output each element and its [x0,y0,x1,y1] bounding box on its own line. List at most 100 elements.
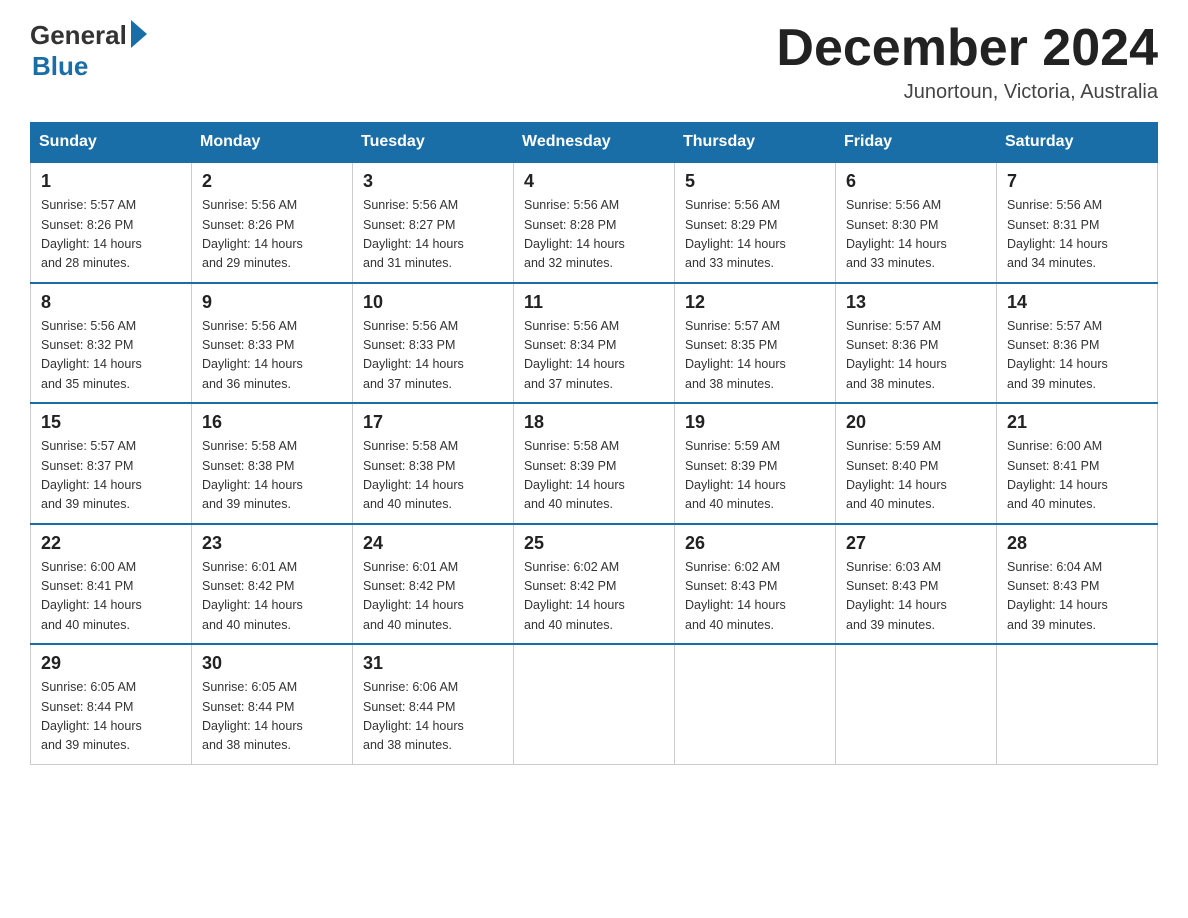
calendar-table: SundayMondayTuesdayWednesdayThursdayFrid… [30,122,1158,765]
day-number: 8 [41,292,181,313]
day-info: Sunrise: 6:01 AMSunset: 8:42 PMDaylight:… [363,558,503,636]
day-number: 20 [846,412,986,433]
calendar-week-row: 8 Sunrise: 5:56 AMSunset: 8:32 PMDaylight… [31,283,1158,404]
day-header-thursday: Thursday [675,123,836,163]
calendar-cell: 17Sunrise: 5:58 AMSunset: 8:38 PMDayligh… [353,403,514,524]
calendar-cell: 9 Sunrise: 5:56 AMSunset: 8:33 PMDaylight… [192,283,353,404]
day-info: Sunrise: 5:58 AMSunset: 8:39 PMDaylight:… [524,437,664,515]
day-info: Sunrise: 5:56 AMSunset: 8:33 PMDaylight:… [363,317,503,395]
day-header-sunday: Sunday [31,123,192,163]
day-number: 11 [524,292,664,313]
day-info: Sunrise: 5:56 AMSunset: 8:33 PMDaylight:… [202,317,342,395]
day-info: Sunrise: 6:06 AMSunset: 8:44 PMDaylight:… [363,678,503,756]
day-number: 30 [202,653,342,674]
day-number: 6 [846,171,986,192]
day-number: 3 [363,171,503,192]
calendar-cell: 10Sunrise: 5:56 AMSunset: 8:33 PMDayligh… [353,283,514,404]
day-number: 4 [524,171,664,192]
day-info: Sunrise: 6:04 AMSunset: 8:43 PMDaylight:… [1007,558,1147,636]
calendar-cell: 28 Sunrise: 6:04 AMSunset: 8:43 PMDayligh… [997,524,1158,645]
day-info: Sunrise: 6:03 AMSunset: 8:43 PMDaylight:… [846,558,986,636]
calendar-cell [836,644,997,764]
day-info: Sunrise: 6:05 AMSunset: 8:44 PMDaylight:… [202,678,342,756]
day-number: 28 [1007,533,1147,554]
calendar-week-row: 29 Sunrise: 6:05 AMSunset: 8:44 PMDayligh… [31,644,1158,764]
day-number: 13 [846,292,986,313]
day-info: Sunrise: 5:56 AMSunset: 8:32 PMDaylight:… [41,317,181,395]
calendar-cell [675,644,836,764]
day-number: 9 [202,292,342,313]
calendar-cell [997,644,1158,764]
calendar-cell: 4 Sunrise: 5:56 AMSunset: 8:28 PMDaylight… [514,162,675,283]
calendar-cell: 26 Sunrise: 6:02 AMSunset: 8:43 PMDayligh… [675,524,836,645]
day-number: 19 [685,412,825,433]
day-number: 2 [202,171,342,192]
day-number: 26 [685,533,825,554]
day-info: Sunrise: 6:02 AMSunset: 8:42 PMDaylight:… [524,558,664,636]
day-info: Sunrise: 5:56 AMSunset: 8:26 PMDaylight:… [202,196,342,274]
day-number: 31 [363,653,503,674]
day-info: Sunrise: 5:57 AMSunset: 8:36 PMDaylight:… [1007,317,1147,395]
calendar-cell: 5 Sunrise: 5:56 AMSunset: 8:29 PMDaylight… [675,162,836,283]
day-info: Sunrise: 5:56 AMSunset: 8:29 PMDaylight:… [685,196,825,274]
day-info: Sunrise: 6:00 AMSunset: 8:41 PMDaylight:… [41,558,181,636]
day-number: 1 [41,171,181,192]
day-header-saturday: Saturday [997,123,1158,163]
month-title: December 2024 [776,20,1158,77]
day-info: Sunrise: 6:00 AMSunset: 8:41 PMDaylight:… [1007,437,1147,515]
logo-arrow-icon [131,20,147,48]
day-info: Sunrise: 5:57 AMSunset: 8:26 PMDaylight:… [41,196,181,274]
calendar-cell: 21 Sunrise: 6:00 AMSunset: 8:41 PMDayligh… [997,403,1158,524]
day-number: 12 [685,292,825,313]
day-number: 22 [41,533,181,554]
calendar-cell: 16 Sunrise: 5:58 AMSunset: 8:38 PMDayligh… [192,403,353,524]
day-info: Sunrise: 6:02 AMSunset: 8:43 PMDaylight:… [685,558,825,636]
day-number: 23 [202,533,342,554]
day-number: 18 [524,412,664,433]
day-number: 29 [41,653,181,674]
day-header-tuesday: Tuesday [353,123,514,163]
calendar-cell: 8 Sunrise: 5:56 AMSunset: 8:32 PMDaylight… [31,283,192,404]
day-number: 14 [1007,292,1147,313]
calendar-header-row: SundayMondayTuesdayWednesdayThursdayFrid… [31,123,1158,163]
calendar-cell: 25 Sunrise: 6:02 AMSunset: 8:42 PMDayligh… [514,524,675,645]
day-number: 21 [1007,412,1147,433]
day-number: 15 [41,412,181,433]
calendar-cell: 7Sunrise: 5:56 AMSunset: 8:31 PMDaylight… [997,162,1158,283]
day-info: Sunrise: 5:59 AMSunset: 8:40 PMDaylight:… [846,437,986,515]
calendar-cell: 6 Sunrise: 5:56 AMSunset: 8:30 PMDaylight… [836,162,997,283]
day-header-monday: Monday [192,123,353,163]
title-block: December 2024 Junortoun, Victoria, Austr… [776,20,1158,104]
calendar-cell: 15 Sunrise: 5:57 AMSunset: 8:37 PMDayligh… [31,403,192,524]
calendar-cell: 3Sunrise: 5:56 AMSunset: 8:27 PMDaylight… [353,162,514,283]
calendar-cell: 14 Sunrise: 5:57 AMSunset: 8:36 PMDayligh… [997,283,1158,404]
calendar-cell: 2 Sunrise: 5:56 AMSunset: 8:26 PMDaylight… [192,162,353,283]
day-info: Sunrise: 5:56 AMSunset: 8:30 PMDaylight:… [846,196,986,274]
logo-blue-text: Blue [32,51,88,82]
day-info: Sunrise: 6:01 AMSunset: 8:42 PMDaylight:… [202,558,342,636]
day-number: 7 [1007,171,1147,192]
day-number: 27 [846,533,986,554]
day-info: Sunrise: 5:56 AMSunset: 8:28 PMDaylight:… [524,196,664,274]
calendar-cell: 11Sunrise: 5:56 AMSunset: 8:34 PMDayligh… [514,283,675,404]
calendar-cell: 24 Sunrise: 6:01 AMSunset: 8:42 PMDayligh… [353,524,514,645]
calendar-cell: 20 Sunrise: 5:59 AMSunset: 8:40 PMDayligh… [836,403,997,524]
location-text: Junortoun, Victoria, Australia [776,81,1158,104]
calendar-cell: 12 Sunrise: 5:57 AMSunset: 8:35 PMDayligh… [675,283,836,404]
calendar-week-row: 15 Sunrise: 5:57 AMSunset: 8:37 PMDayligh… [31,403,1158,524]
day-number: 16 [202,412,342,433]
calendar-cell: 27 Sunrise: 6:03 AMSunset: 8:43 PMDayligh… [836,524,997,645]
day-header-friday: Friday [836,123,997,163]
day-info: Sunrise: 5:57 AMSunset: 8:37 PMDaylight:… [41,437,181,515]
day-number: 5 [685,171,825,192]
day-number: 24 [363,533,503,554]
calendar-cell: 30 Sunrise: 6:05 AMSunset: 8:44 PMDayligh… [192,644,353,764]
day-number: 25 [524,533,664,554]
day-info: Sunrise: 5:58 AMSunset: 8:38 PMDaylight:… [202,437,342,515]
day-info: Sunrise: 5:57 AMSunset: 8:35 PMDaylight:… [685,317,825,395]
calendar-cell: 13Sunrise: 5:57 AMSunset: 8:36 PMDayligh… [836,283,997,404]
calendar-cell: 29Sunrise: 6:05 AMSunset: 8:44 PMDayligh… [31,644,192,764]
calendar-cell: 18 Sunrise: 5:58 AMSunset: 8:39 PMDayligh… [514,403,675,524]
calendar-week-row: 1 Sunrise: 5:57 AMSunset: 8:26 PMDaylight… [31,162,1158,283]
day-number: 17 [363,412,503,433]
